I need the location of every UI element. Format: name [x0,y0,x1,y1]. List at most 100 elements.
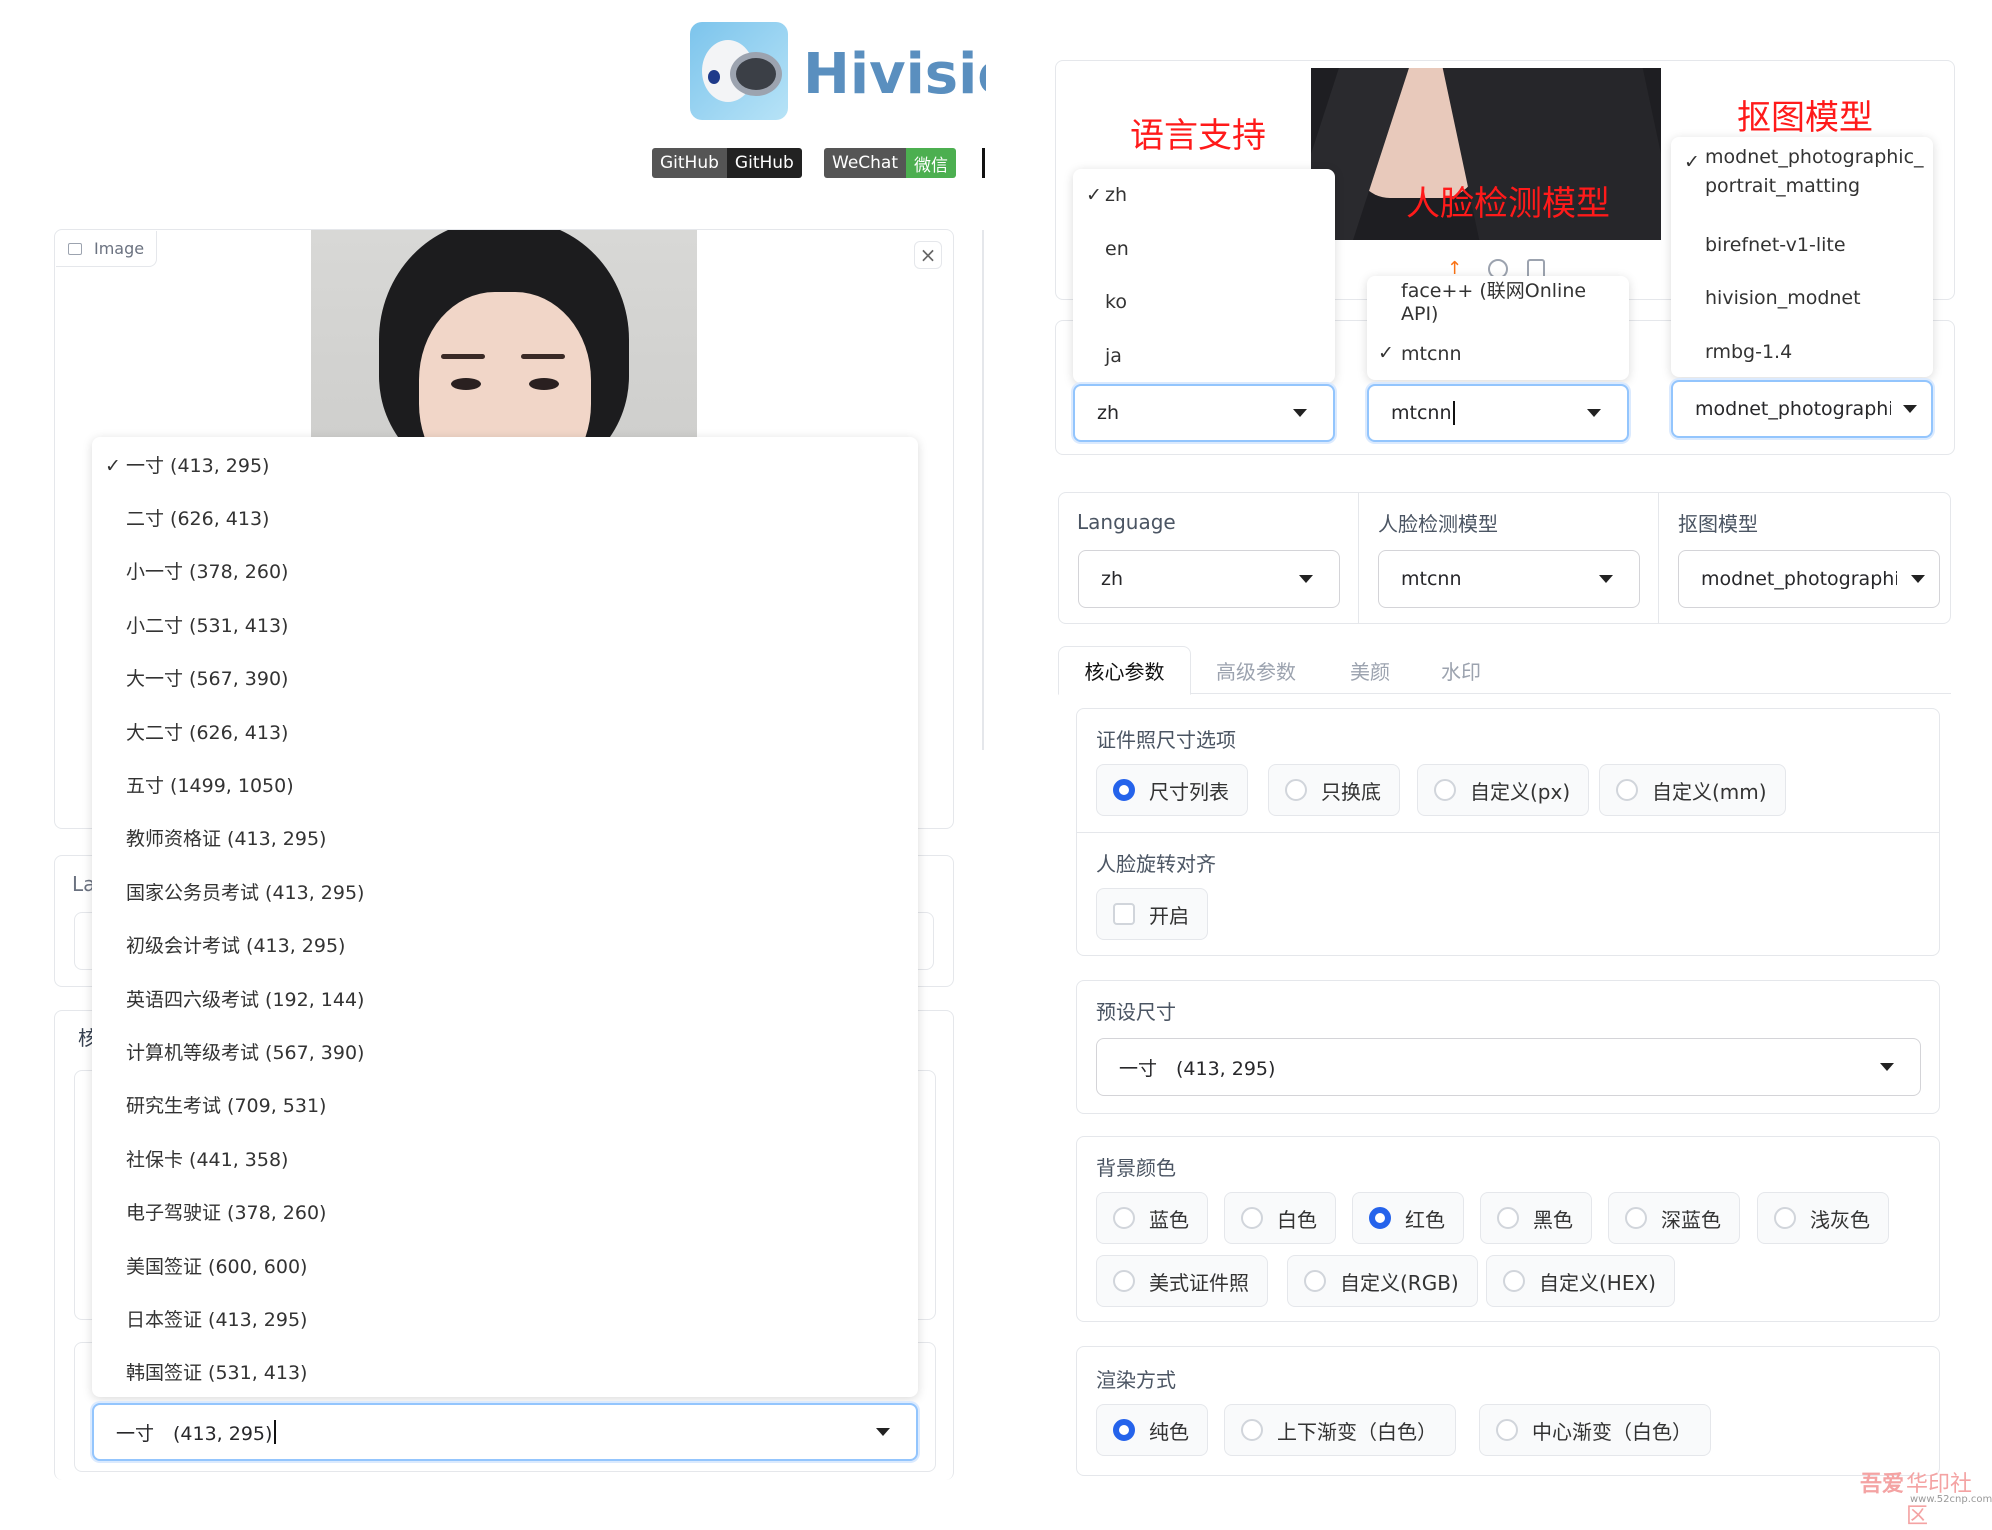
text-cursor [274,1420,277,1444]
language-option[interactable]: zh [1073,175,1335,215]
size-option[interactable]: 电子驾驶证 (378, 260) [92,1191,918,1231]
wechat-badge[interactable]: WeChat 微信 [824,148,956,178]
size-option[interactable]: 国家公务员考试 (413, 295) [92,871,918,911]
tab-beauty[interactable]: 美颜 [1350,646,1390,694]
size-option[interactable]: 二寸 (626, 413) [92,497,918,537]
size-option-label: 二寸 (626, 413) [126,507,270,530]
language-option[interactable]: ko [1073,282,1335,322]
core-group-1-sep [1077,832,1939,833]
face-align-checkbox[interactable]: 开启 [1096,888,1208,940]
size-select-value: 一寸 (413, 295) [116,1422,273,1445]
tab-advanced-label: 高级参数 [1216,659,1296,684]
radio-label: 蓝色 [1149,1207,1189,1232]
github-badge[interactable]: GitHub GitHub [652,148,802,178]
radio-render-vertical[interactable]: 上下渐变（白色） [1224,1404,1456,1456]
size-option[interactable]: 计算机等级考试 (567, 390) [92,1031,918,1071]
face-model-select[interactable]: mtcnn [1378,550,1640,608]
matting-option[interactable]: rmbg-1.4 [1671,332,1933,372]
face-model-menu: ✓ face++ (联网Online API) mtcnn [1367,276,1629,380]
radio-label: 自定义(RGB) [1340,1270,1459,1295]
language-option-label: ko [1105,291,1127,313]
radio-color-white[interactable]: 白色 [1224,1192,1336,1244]
matting-model-label: 抠图模型 [1678,512,1758,536]
render-label: 渲染方式 [1096,1368,1176,1392]
radio-render-center[interactable]: 中心渐变（白色） [1479,1404,1711,1456]
size-option-label: 社保卡 (441, 358) [126,1148,289,1171]
radio-color-us-id[interactable]: 美式证件照 [1096,1255,1268,1307]
size-option[interactable]: 教师资格证 (413, 295) [92,817,918,857]
radio-color-red[interactable]: 红色 [1352,1192,1464,1244]
github-badge-right: GitHub [726,148,802,178]
matting-option[interactable]: birefnet-v1-lite [1671,225,1933,265]
app-title: Hivision [803,42,986,107]
tab-bar: 核心参数 高级参数 美颜 水印 [1058,646,1951,695]
radio-color-custom-rgb[interactable]: 自定义(RGB) [1287,1255,1478,1307]
radio-dot [1113,1270,1135,1292]
size-option[interactable]: 社保卡 (441, 358) [92,1138,918,1178]
size-option[interactable]: 小一寸 (378, 260) [92,550,918,590]
radio-color-blue[interactable]: 蓝色 [1096,1192,1208,1244]
size-option[interactable]: 美国签证 (600, 600) [92,1245,918,1285]
radio-dot [1369,1207,1391,1229]
matting-option-cont: portrait_matting [1671,170,1933,202]
matting-option[interactable]: modnet_photographic_ [1671,141,1933,173]
size-option-label: 美国签证 (600, 600) [126,1255,308,1278]
size-option-label: 计算机等级考试 (567, 390) [126,1041,365,1064]
language-select-open[interactable]: zh [1073,384,1335,442]
radio-color-lightgray[interactable]: 浅灰色 [1757,1192,1889,1244]
radio-color-custom-hex[interactable]: 自定义(HEX) [1486,1255,1675,1307]
tab-core[interactable]: 核心参数 [1058,646,1191,695]
preset-select[interactable]: 一寸 (413, 295) [1096,1038,1921,1096]
language-option[interactable]: en [1073,229,1335,269]
face-option[interactable]: mtcnn [1367,334,1629,374]
matting-option[interactable]: hivision_modnet [1671,278,1933,318]
size-option[interactable]: 大二寸 (626, 413) [92,711,918,751]
matting-option-label: modnet_photographic_ [1705,146,1924,168]
size-option[interactable]: 研究生考试 (709, 531) [92,1084,918,1124]
radio-dot [1304,1270,1326,1292]
tab-watermark[interactable]: 水印 [1441,646,1481,694]
settings-sep-1 [1358,493,1359,623]
radio-custom-px[interactable]: 自定义(px) [1417,764,1590,816]
size-option[interactable]: 一寸 (413, 295) [92,444,918,484]
size-option[interactable]: 小二寸 (531, 413) [92,604,918,644]
matting-select-open[interactable]: modnet_photographic_portrait_matting [1671,380,1933,438]
matting-model-select[interactable]: modnet_photographic_portrait_matting [1678,550,1940,608]
size-option-label: 电子驾驶证 (378, 260) [126,1201,327,1224]
radio-bg-only[interactable]: 只换底 [1268,764,1400,816]
size-option-label: 五寸 (1499, 1050) [126,774,294,797]
radio-color-black[interactable]: 黑色 [1480,1192,1592,1244]
size-select[interactable]: 一寸 (413, 295) [92,1403,918,1461]
size-option[interactable]: 五寸 (1499, 1050) [92,764,918,804]
app-logo [690,22,788,120]
face-option[interactable]: face++ (联网Online API) [1367,280,1629,325]
size-option-label: 研究生考试 (709, 531) [126,1094,327,1117]
radio-custom-mm[interactable]: 自定义(mm) [1599,764,1786,816]
text-cursor [1452,401,1455,425]
face-select-open[interactable]: mtcnn [1367,384,1629,442]
size-option[interactable]: 日本签证 (413, 295) [92,1298,918,1338]
tab-advanced[interactable]: 高级参数 [1216,646,1296,694]
close-button[interactable]: × [914,241,942,269]
language-option[interactable]: ja [1073,336,1335,376]
size-option-label: 大一寸 (567, 390) [126,667,289,690]
radio-label: 只换底 [1321,779,1381,804]
size-option-label: 一寸 (413, 295) [126,454,270,477]
size-option-label: 国家公务员考试 (413, 295) [126,881,365,904]
matting-model-select-value: modnet_photographic_portrait_matting [1701,568,1897,590]
size-option[interactable]: 韩国签证 (531, 413) [92,1351,918,1391]
radio-label: 深蓝色 [1661,1207,1721,1232]
radio-size-list[interactable]: 尺寸列表 [1096,764,1248,816]
language-select[interactable]: zh [1078,550,1340,608]
radio-render-solid[interactable]: 纯色 [1096,1404,1208,1456]
size-option[interactable]: 大一寸 (567, 390) [92,657,918,697]
size-option[interactable]: 英语四六级考试 (192, 144) [92,978,918,1018]
size-option[interactable]: 初级会计考试 (413, 295) [92,924,918,964]
radio-color-darkblue[interactable]: 深蓝色 [1608,1192,1740,1244]
radio-label: 浅灰色 [1810,1207,1870,1232]
close-icon: × [919,243,937,267]
language-select-value: zh [1101,568,1124,590]
language-menu: ✓ zh en ko ja [1073,169,1335,383]
language-option-label: zh [1105,184,1128,206]
watermark-url: www.52cnp.com [1910,1494,1992,1505]
